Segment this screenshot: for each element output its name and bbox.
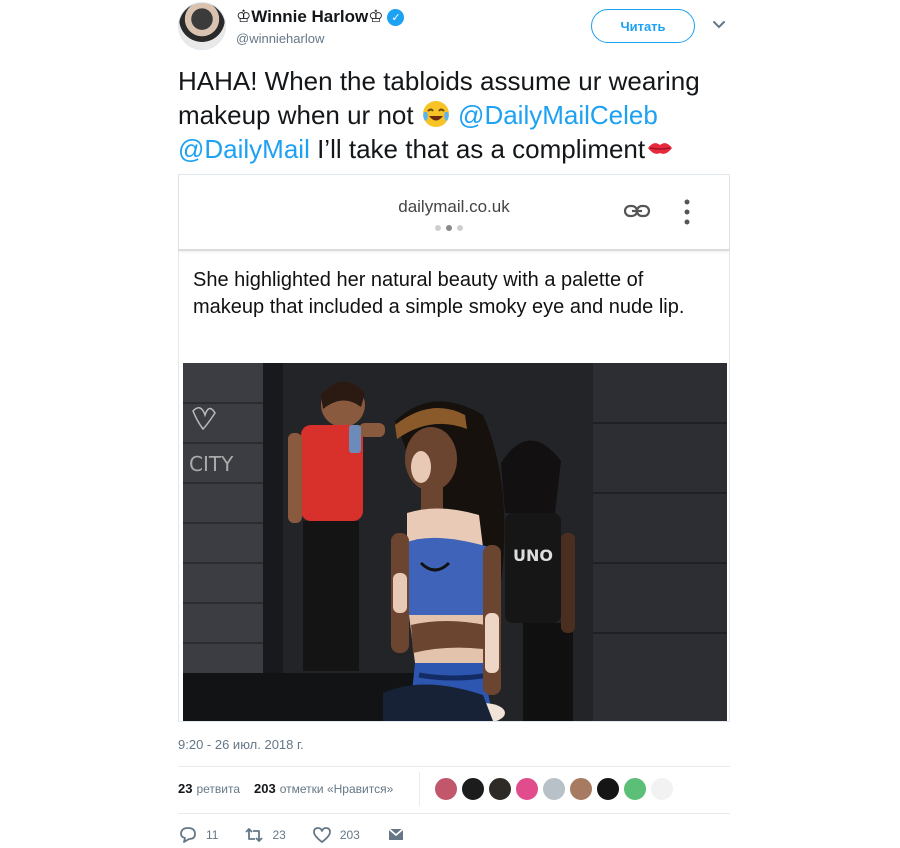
article-photo[interactable]: CITY UNO bbox=[183, 363, 727, 721]
reply-icon bbox=[180, 827, 196, 843]
follow-button[interactable]: Читать bbox=[591, 9, 695, 43]
user-name-row[interactable]: ♔Winnie Harlow♔ ✓ bbox=[236, 6, 405, 28]
mention-link[interactable]: @DailyMailCeleb bbox=[458, 100, 658, 130]
mention-link[interactable]: @DailyMail bbox=[178, 134, 310, 164]
tweet-text: HAHA! When the tabloids assume ur wearin… bbox=[178, 64, 738, 166]
liker-avatar[interactable] bbox=[461, 777, 485, 801]
liker-avatar[interactable] bbox=[434, 777, 458, 801]
liker-avatar[interactable] bbox=[488, 777, 512, 801]
page-dot-active bbox=[446, 225, 452, 231]
liker-avatar[interactable] bbox=[623, 777, 647, 801]
like-button[interactable]: 203 bbox=[312, 824, 360, 846]
card-header: dailymail.co.uk bbox=[179, 175, 729, 251]
reply-button[interactable]: 11 bbox=[178, 824, 218, 846]
divider bbox=[178, 766, 730, 767]
card-caption: She highlighted her natural beauty with … bbox=[193, 269, 685, 318]
page-dot bbox=[457, 225, 463, 231]
page-indicator bbox=[435, 225, 463, 231]
liker-avatar[interactable] bbox=[542, 777, 566, 801]
retweets-count: 23 bbox=[178, 781, 193, 796]
tweet-stats: 23 ретвита 203 отметки «Нравится» bbox=[178, 781, 393, 796]
user-handle[interactable]: @winnieharlow bbox=[236, 31, 324, 46]
page-dot bbox=[435, 225, 441, 231]
likes-label: отметки «Нравится» bbox=[279, 782, 394, 796]
retweet-icon bbox=[245, 828, 264, 842]
retweet-count: 23 bbox=[272, 828, 286, 842]
likes-count: 203 bbox=[254, 781, 276, 796]
liker-avatar[interactable] bbox=[596, 777, 620, 801]
liker-avatar[interactable] bbox=[569, 777, 593, 801]
liker-avatar[interactable] bbox=[650, 777, 674, 801]
likes-stat[interactable]: 203 отметки «Нравится» bbox=[254, 781, 393, 796]
svg-text:UNO: UNO bbox=[513, 546, 553, 565]
divider bbox=[419, 772, 420, 806]
heart-icon bbox=[312, 827, 331, 843]
liker-avatar[interactable] bbox=[515, 777, 539, 801]
reply-count: 11 bbox=[206, 828, 219, 842]
tears-of-joy-emoji-icon bbox=[422, 101, 449, 127]
likers-avatars bbox=[434, 777, 674, 801]
display-name[interactable]: ♔Winnie Harlow♔ bbox=[236, 7, 383, 27]
retweet-stat[interactable]: 23 ретвита bbox=[178, 781, 240, 796]
more-vertical-icon[interactable] bbox=[684, 199, 690, 225]
chevron-down-icon[interactable] bbox=[710, 15, 728, 33]
tweet-timestamp[interactable]: 9:20 - 26 июл. 2018 г. bbox=[178, 737, 304, 752]
user-avatar[interactable] bbox=[178, 2, 226, 50]
divider bbox=[178, 813, 730, 814]
link-card[interactable]: dailymail.co.uk She highlighted her natu… bbox=[178, 174, 730, 722]
like-count: 203 bbox=[339, 828, 360, 842]
verified-badge-icon: ✓ bbox=[387, 8, 405, 26]
link-icon[interactable] bbox=[623, 201, 651, 221]
svg-text:CITY: CITY bbox=[189, 452, 234, 476]
direct-message-button[interactable] bbox=[386, 824, 406, 846]
message-icon bbox=[388, 828, 404, 840]
retweets-label: ретвита bbox=[196, 782, 241, 796]
retweet-button[interactable]: 23 bbox=[244, 824, 286, 846]
kiss-mark-emoji-icon bbox=[648, 143, 673, 154]
tweet-text-part: I’ll take that as a compliment bbox=[309, 134, 646, 164]
tweet-actions: 11 23 203 bbox=[178, 824, 432, 846]
